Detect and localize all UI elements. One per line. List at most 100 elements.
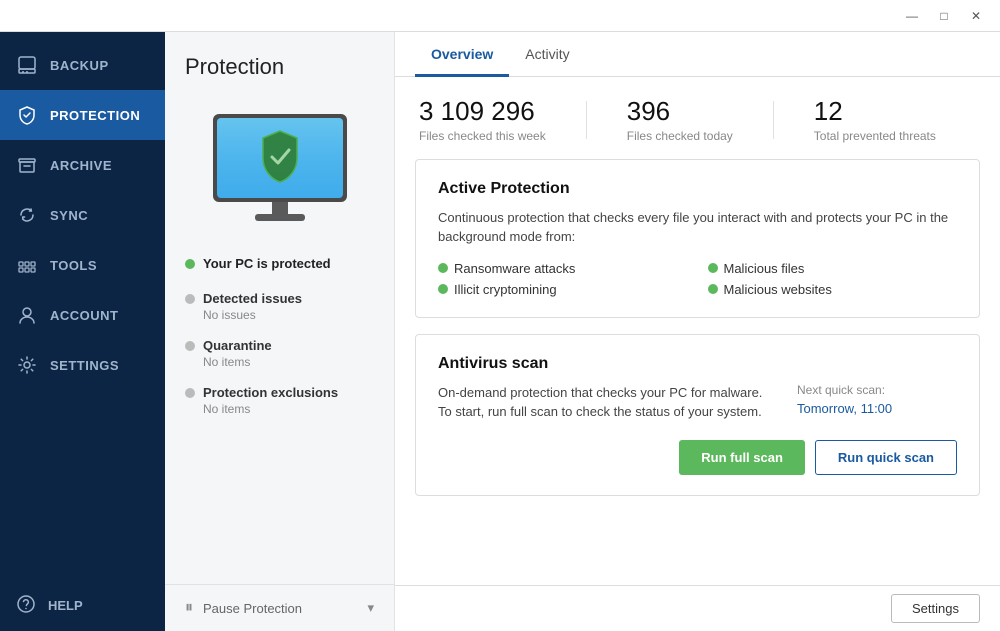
stat-threats: 12 Total prevented threats bbox=[814, 97, 936, 143]
tabs-bar: Overview Activity bbox=[395, 32, 1000, 77]
monitor-area bbox=[165, 96, 394, 246]
detected-issues-item: Detected issues No issues bbox=[185, 291, 374, 322]
feature-cryptomining-label: Illicit cryptomining bbox=[454, 282, 557, 297]
main-content: Protection bbox=[165, 32, 1000, 631]
cards-area: Active Protection Continuous protection … bbox=[395, 159, 1000, 585]
exclusions-label: Protection exclusions bbox=[185, 385, 374, 400]
stat-today: 396 Files checked today bbox=[627, 97, 733, 143]
tab-activity[interactable]: Activity bbox=[509, 32, 585, 77]
active-protection-card: Active Protection Continuous protection … bbox=[415, 159, 980, 318]
protected-dot bbox=[185, 259, 195, 269]
sidebar-item-archive-label: ARCHIVE bbox=[50, 158, 112, 173]
settings-nav-icon bbox=[16, 354, 38, 376]
sidebar-item-account[interactable]: ACCOUNT bbox=[0, 290, 165, 340]
protection-status: Your PC is protected bbox=[185, 256, 374, 271]
exclusions-item: Protection exclusions No items bbox=[185, 385, 374, 416]
sync-icon bbox=[16, 204, 38, 226]
feature-dot-1 bbox=[438, 263, 448, 273]
sidebar-item-sync-label: SYNC bbox=[50, 208, 88, 223]
run-full-scan-button[interactable]: Run full scan bbox=[679, 440, 805, 475]
stat-divider-1 bbox=[586, 101, 587, 139]
feature-dot-2 bbox=[708, 263, 718, 273]
sidebar-help[interactable]: HELP bbox=[0, 580, 165, 631]
next-scan-label: Next quick scan: bbox=[797, 383, 957, 397]
stat-week: 3 109 296 Files checked this week bbox=[419, 97, 546, 143]
exclusions-sub: No items bbox=[203, 402, 374, 416]
page-title: Protection bbox=[165, 32, 394, 96]
account-icon bbox=[16, 304, 38, 326]
stat-divider-2 bbox=[773, 101, 774, 139]
stat-today-label: Files checked today bbox=[627, 129, 733, 143]
quarantine-sub: No items bbox=[203, 355, 374, 369]
feature-malicious-websites-label: Malicious websites bbox=[724, 282, 832, 297]
quarantine-label: Quarantine bbox=[185, 338, 374, 353]
av-desc: On-demand protection that checks your PC… bbox=[438, 383, 777, 422]
antivirus-scan-card: Antivirus scan On-demand protection that… bbox=[415, 334, 980, 496]
sidebar-item-settings[interactable]: SETTINGS bbox=[0, 340, 165, 390]
antivirus-scan-title: Antivirus scan bbox=[438, 355, 957, 373]
detected-issues-dot bbox=[185, 294, 195, 304]
feature-malicious-files-label: Malicious files bbox=[724, 261, 805, 276]
stats-row: 3 109 296 Files checked this week 396 Fi… bbox=[395, 77, 1000, 159]
sidebar-item-backup-label: BACKUP bbox=[50, 58, 109, 73]
stat-today-value: 396 bbox=[627, 97, 733, 126]
feature-ransomware: Ransomware attacks bbox=[438, 261, 688, 276]
sidebar-item-protection-label: PROTECTION bbox=[50, 108, 140, 123]
next-scan-time: Tomorrow, 11:00 bbox=[797, 401, 957, 416]
stat-week-value: 3 109 296 bbox=[419, 97, 546, 126]
pause-chevron-icon: ▾ bbox=[367, 600, 374, 616]
feature-malicious-files: Malicious files bbox=[708, 261, 958, 276]
app-body: BACKUP PROTECTION bbox=[0, 32, 1000, 631]
protection-status-label: Your PC is protected bbox=[203, 256, 331, 271]
bottom-bar: Settings bbox=[395, 585, 1000, 631]
quarantine-dot bbox=[185, 341, 195, 351]
title-bar: — □ ✕ bbox=[0, 0, 1000, 32]
active-protection-desc: Continuous protection that checks every … bbox=[438, 208, 957, 247]
detected-issues-sub: No issues bbox=[203, 308, 374, 322]
feature-dot-4 bbox=[708, 284, 718, 294]
feature-cryptomining: Illicit cryptomining bbox=[438, 282, 688, 297]
feature-ransomware-label: Ransomware attacks bbox=[454, 261, 575, 276]
sidebar: BACKUP PROTECTION bbox=[0, 32, 165, 631]
stat-threats-label: Total prevented threats bbox=[814, 129, 936, 143]
left-panel: Protection bbox=[165, 32, 395, 631]
right-panel: Overview Activity 3 109 296 Files checke… bbox=[395, 32, 1000, 631]
sidebar-item-backup[interactable]: BACKUP bbox=[0, 40, 165, 90]
feature-malicious-websites: Malicious websites bbox=[708, 282, 958, 297]
tools-icon bbox=[16, 254, 38, 276]
tab-overview[interactable]: Overview bbox=[415, 32, 509, 77]
detected-issues-label: Detected issues bbox=[185, 291, 374, 306]
active-protection-title: Active Protection bbox=[438, 180, 957, 198]
pause-protection-button[interactable]: ⏸ Pause Protection ▾ bbox=[165, 584, 394, 631]
sidebar-item-account-label: ACCOUNT bbox=[50, 308, 119, 323]
pause-icon: ⏸ bbox=[185, 599, 193, 617]
backup-icon bbox=[16, 54, 38, 76]
archive-icon bbox=[16, 154, 38, 176]
sidebar-item-settings-label: SETTINGS bbox=[50, 358, 119, 373]
scan-buttons: Run full scan Run quick scan bbox=[438, 440, 957, 475]
run-quick-scan-button[interactable]: Run quick scan bbox=[815, 440, 957, 475]
sidebar-item-sync[interactable]: SYNC bbox=[0, 190, 165, 240]
sidebar-item-archive[interactable]: ARCHIVE bbox=[0, 140, 165, 190]
av-card-body: On-demand protection that checks your PC… bbox=[438, 383, 957, 422]
exclusions-dot bbox=[185, 388, 195, 398]
quarantine-item: Quarantine No items bbox=[185, 338, 374, 369]
stat-threats-value: 12 bbox=[814, 97, 936, 126]
av-scan-info: Next quick scan: Tomorrow, 11:00 bbox=[797, 383, 957, 416]
settings-button[interactable]: Settings bbox=[891, 594, 980, 623]
stat-week-label: Files checked this week bbox=[419, 129, 546, 143]
status-section: Your PC is protected Detected issues No … bbox=[165, 246, 394, 442]
shield-icon bbox=[16, 104, 38, 126]
sidebar-item-protection[interactable]: PROTECTION bbox=[0, 90, 165, 140]
sidebar-help-label: HELP bbox=[48, 598, 83, 613]
minimize-button[interactable]: — bbox=[896, 0, 928, 32]
sidebar-item-tools-label: TOOLS bbox=[50, 258, 97, 273]
sidebar-item-tools[interactable]: TOOLS bbox=[0, 240, 165, 290]
sidebar-nav: BACKUP PROTECTION bbox=[0, 32, 165, 580]
help-icon bbox=[16, 594, 36, 617]
close-button[interactable]: ✕ bbox=[960, 0, 992, 32]
feature-dot-3 bbox=[438, 284, 448, 294]
features-grid: Ransomware attacks Malicious files Illic… bbox=[438, 261, 957, 297]
pause-protection-label: Pause Protection bbox=[203, 601, 357, 616]
maximize-button[interactable]: □ bbox=[928, 0, 960, 32]
